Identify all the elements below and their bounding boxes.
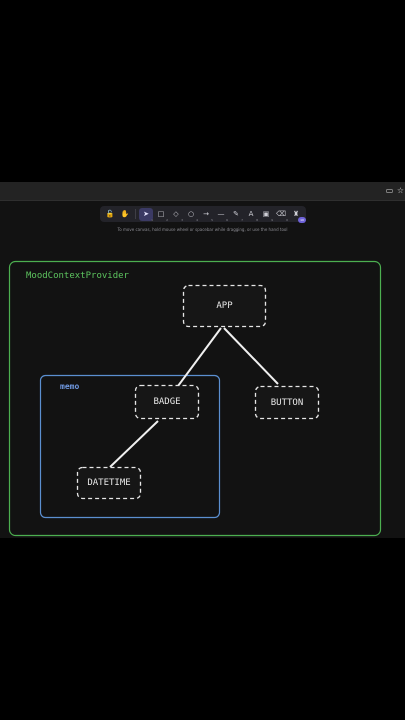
- edge-app-badge[interactable]: [177, 327, 222, 387]
- edge-app-button[interactable]: [223, 327, 279, 385]
- node-button-label: BUTTON: [270, 397, 304, 408]
- edge-badge-datetime[interactable]: [109, 420, 159, 468]
- memo-label: memo: [60, 382, 80, 391]
- node-datetime-label: DATETIME: [87, 478, 131, 488]
- node-app-label: APP: [216, 301, 233, 311]
- app-window: ▭ ☆ 🔓 ✋ ➤ 1 □ 2 ◇ 3 ○ 4 → 5—6 ✎ 7 A 8 ▣ 9 ⌫ 0 ♜ 10 To move ca…: [0, 182, 405, 538]
- node-badge-label: BADGE: [153, 397, 181, 407]
- whiteboard-canvas[interactable]: [0, 182, 405, 538]
- mood-context-provider-label: MoodContextProvider: [26, 271, 129, 281]
